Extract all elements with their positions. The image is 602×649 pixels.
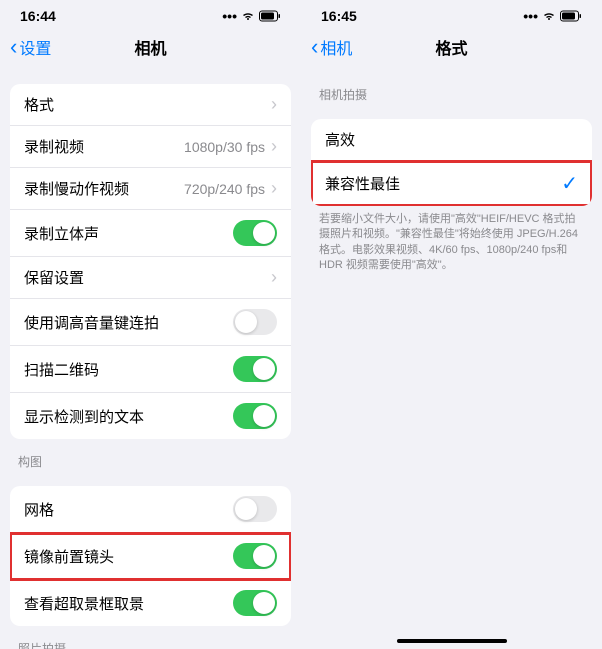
back-label: 设置 <box>19 35 51 59</box>
row-label: 录制立体声 <box>24 223 99 244</box>
chevron-right-icon: › <box>271 136 277 157</box>
wifi-icon <box>240 10 256 22</box>
status-time: 16:45 <box>321 8 357 24</box>
row-label: 高效 <box>325 129 355 150</box>
section-composition: 网格 镜像前置镜头 查看超取景框取景 <box>10 486 291 626</box>
row-stereo: 录制立体声 <box>10 210 291 257</box>
row-label: 镜像前置镜头 <box>24 546 114 567</box>
chevron-left-icon: ‹ <box>10 34 17 60</box>
section-header-photo: 照片拍摄 <box>0 626 301 649</box>
toggle-mirror-front[interactable] <box>233 543 277 569</box>
page-title: 相机 <box>134 35 166 59</box>
nav-bar: ‹ 设置 相机 <box>0 28 301 72</box>
row-label: 兼容性最佳 <box>325 173 400 194</box>
row-record-slomo[interactable]: 录制慢动作视频 720p/240 fps› <box>10 168 291 210</box>
row-label: 显示检测到的文本 <box>24 406 144 427</box>
section-format: 格式 › 录制视频 1080p/30 fps› 录制慢动作视频 720p/240… <box>10 84 291 439</box>
home-indicator[interactable] <box>397 639 507 643</box>
row-detail: 720p/240 fps› <box>184 178 277 199</box>
chevron-left-icon: ‹ <box>311 34 318 60</box>
row-qr: 扫描二维码 <box>10 346 291 393</box>
wifi-icon <box>541 10 557 22</box>
back-button[interactable]: ‹ 相机 <box>311 34 352 60</box>
battery-icon <box>259 10 281 22</box>
row-format[interactable]: 格式 › <box>10 84 291 126</box>
toggle-stereo[interactable] <box>233 220 277 246</box>
status-bar: 16:44 ••• <box>0 0 301 28</box>
status-time: 16:44 <box>20 8 56 24</box>
row-grid: 网格 <box>10 486 291 533</box>
dots-icon: ••• <box>523 8 538 24</box>
battery-icon <box>560 10 582 22</box>
section-capture: 高效 兼容性最佳 ✓ <box>311 119 592 206</box>
row-label: 保留设置 <box>24 267 84 288</box>
row-detail: › <box>265 94 277 115</box>
camera-settings-screen: 16:44 ••• ‹ 设置 相机 格式 › 录制视频 1080p/30 fps… <box>0 0 301 649</box>
chevron-right-icon: › <box>271 267 277 288</box>
back-label: 相机 <box>320 35 352 59</box>
back-button[interactable]: ‹ 设置 <box>10 34 51 60</box>
dots-icon: ••• <box>222 8 237 24</box>
row-view-outside-frame: 查看超取景框取景 <box>10 580 291 626</box>
row-preserve[interactable]: 保留设置 › <box>10 257 291 299</box>
row-label: 录制慢动作视频 <box>24 178 129 199</box>
row-label: 使用调高音量键连拍 <box>24 312 159 333</box>
status-bar: 16:45 ••• <box>301 0 602 28</box>
section-header-composition: 构图 <box>0 439 301 474</box>
nav-bar: ‹ 相机 格式 <box>301 28 602 72</box>
section-header-capture: 相机拍摄 <box>301 72 602 107</box>
toggle-detect-text[interactable] <box>233 403 277 429</box>
toggle-view-outside-frame[interactable] <box>233 590 277 616</box>
row-mirror-front: 镜像前置镜头 <box>10 533 291 580</box>
checkmark-icon: ✓ <box>561 171 578 196</box>
row-label: 扫描二维码 <box>24 359 99 380</box>
status-icons: ••• <box>222 8 281 24</box>
row-record-video[interactable]: 录制视频 1080p/30 fps› <box>10 126 291 168</box>
row-most-compatible[interactable]: 兼容性最佳 ✓ <box>311 161 592 206</box>
row-detect-text: 显示检测到的文本 <box>10 393 291 439</box>
row-volume-burst: 使用调高音量键连拍 <box>10 299 291 346</box>
toggle-volume-burst[interactable] <box>233 309 277 335</box>
page-title: 格式 <box>435 35 467 59</box>
row-label: 网格 <box>24 499 54 520</box>
toggle-grid[interactable] <box>233 496 277 522</box>
row-label: 查看超取景框取景 <box>24 593 144 614</box>
row-detail: 1080p/30 fps› <box>184 136 277 157</box>
chevron-right-icon: › <box>271 94 277 115</box>
row-label: 格式 <box>24 94 54 115</box>
row-label: 录制视频 <box>24 136 84 157</box>
status-icons: ••• <box>523 8 582 24</box>
toggle-qr[interactable] <box>233 356 277 382</box>
row-high-efficiency[interactable]: 高效 <box>311 119 592 161</box>
format-settings-screen: 16:45 ••• ‹ 相机 格式 相机拍摄 高效 兼容性最佳 ✓ 若要缩小文件… <box>301 0 602 649</box>
chevron-right-icon: › <box>271 178 277 199</box>
footer-format: 若要缩小文件大小，请使用"高效"HEIF/HEVC 格式拍摄照片和视频。"兼容性… <box>301 206 602 274</box>
